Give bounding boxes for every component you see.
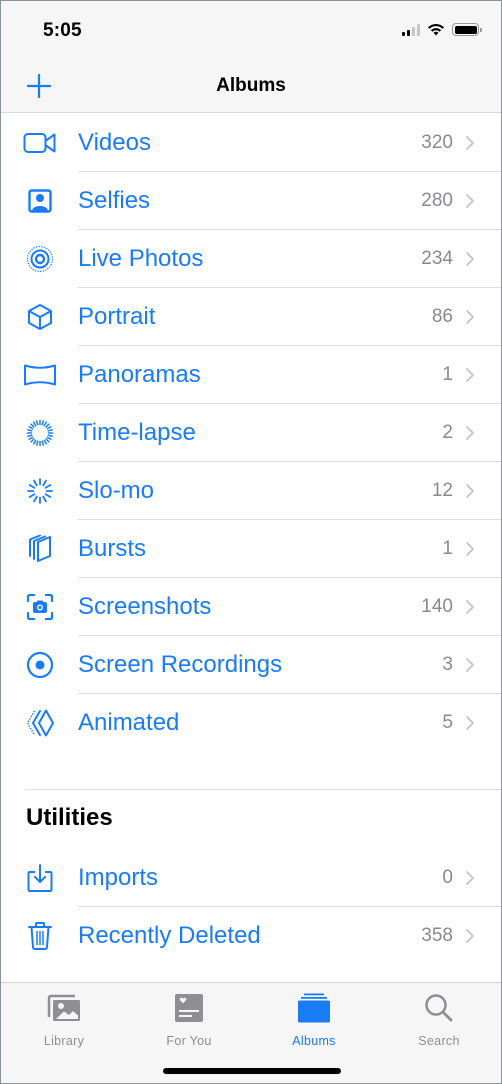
cellular-signal-icon [402, 23, 420, 36]
album-row-recently-deleted[interactable]: Recently Deleted 358 [1, 907, 501, 965]
bursts-icon [23, 534, 57, 564]
album-row-panoramas[interactable]: Panoramas 1 [1, 346, 501, 404]
tab-library[interactable]: Library [14, 989, 114, 1048]
album-count: 1 [442, 538, 453, 559]
tab-bar: Library For You Albums Search [1, 982, 501, 1083]
album-row-slo-mo[interactable]: Slo-mo 12 [1, 462, 501, 520]
album-count: 140 [421, 596, 453, 617]
screenshot-camera-icon [23, 592, 57, 622]
tab-label: Search [418, 1034, 460, 1048]
wifi-icon [428, 23, 444, 36]
chevron-right-icon [466, 426, 474, 440]
trash-icon [23, 921, 57, 951]
chevron-right-icon [466, 136, 474, 150]
album-label: Selfies [78, 187, 151, 214]
chevron-right-icon [466, 871, 474, 885]
tab-search[interactable]: Search [389, 989, 489, 1048]
media-types-list: Videos 320 Selfies 280 Live Photos 234 P… [1, 114, 501, 752]
chevron-right-icon [466, 194, 474, 208]
photo-library-icon [14, 989, 114, 1027]
album-row-screen-recordings[interactable]: Screen Recordings 3 [1, 636, 501, 694]
chevron-right-icon [466, 658, 474, 672]
chevron-right-icon [466, 929, 474, 943]
album-label: Videos [78, 129, 151, 156]
chevron-right-icon [466, 484, 474, 498]
cube-icon [23, 302, 57, 332]
animated-icon [23, 708, 57, 738]
album-row-bursts[interactable]: Bursts 1 [1, 520, 501, 578]
album-label: Screenshots [78, 593, 212, 620]
album-row-live-photos[interactable]: Live Photos 234 [1, 230, 501, 288]
import-tray-icon [23, 863, 57, 893]
album-label: Time-lapse [78, 419, 196, 446]
tab-albums[interactable]: Albums [264, 989, 364, 1048]
section-title-utilities: Utilities [26, 804, 113, 831]
album-row-time-lapse[interactable]: Time-lapse 2 [1, 404, 501, 462]
album-label: Screen Recordings [78, 651, 283, 678]
page-title: Albums [216, 75, 286, 96]
screen-recording-icon [23, 650, 57, 680]
panorama-icon [23, 360, 57, 390]
chevron-right-icon [466, 716, 474, 730]
album-label: Portrait [78, 303, 156, 330]
album-count: 3 [442, 654, 453, 675]
album-count: 2 [442, 422, 453, 443]
chevron-right-icon [466, 600, 474, 614]
photos-app-screen: 5:05 Albums Videos 320 Selfies 280 Live … [1, 1, 501, 1083]
album-row-animated[interactable]: Animated 5 [1, 694, 501, 752]
album-row-imports[interactable]: Imports 0 [1, 849, 501, 907]
status-time: 5:05 [43, 20, 82, 41]
album-count: 86 [431, 306, 453, 327]
album-row-portrait[interactable]: Portrait 86 [1, 288, 501, 346]
albums-stack-icon [264, 989, 364, 1027]
chevron-right-icon [466, 542, 474, 556]
album-count: 5 [442, 712, 453, 733]
chevron-right-icon [466, 368, 474, 382]
slomo-icon [23, 476, 57, 506]
home-indicator[interactable] [163, 1068, 341, 1074]
magnifying-glass-icon [389, 989, 489, 1027]
chevron-right-icon [466, 252, 474, 266]
album-count: 320 [421, 132, 453, 153]
album-count: 234 [421, 248, 453, 269]
tab-for-you[interactable]: For You [139, 989, 239, 1048]
album-count: 280 [421, 190, 453, 211]
album-label: Animated [78, 709, 180, 736]
live-photo-icon [23, 244, 57, 274]
battery-icon [452, 23, 482, 36]
tab-label: Library [43, 1034, 85, 1048]
timelapse-icon [23, 418, 57, 448]
section-separator [25, 789, 501, 790]
chevron-right-icon [466, 310, 474, 324]
for-you-icon [139, 989, 239, 1027]
tab-label: For You [166, 1034, 212, 1048]
album-row-videos[interactable]: Videos 320 [1, 114, 501, 172]
album-label: Imports [78, 864, 159, 891]
video-camera-icon [23, 128, 57, 158]
album-label: Panoramas [78, 361, 201, 388]
status-icons [402, 23, 482, 36]
album-label: Slo-mo [78, 477, 155, 504]
tab-label: Albums [292, 1034, 336, 1048]
album-count: 12 [431, 480, 453, 501]
album-row-selfies[interactable]: Selfies 280 [1, 172, 501, 230]
album-count: 358 [421, 925, 453, 946]
album-count: 0 [442, 867, 453, 888]
album-label: Recently Deleted [78, 922, 261, 949]
album-count: 1 [442, 364, 453, 385]
utilities-list: Imports 0 Recently Deleted 358 [1, 849, 501, 965]
album-label: Live Photos [78, 245, 204, 272]
selfie-portrait-icon [23, 186, 57, 216]
navigation-bar: 5:05 Albums [1, 1, 501, 113]
album-row-screenshots[interactable]: Screenshots 140 [1, 578, 501, 636]
album-label: Bursts [78, 535, 147, 562]
